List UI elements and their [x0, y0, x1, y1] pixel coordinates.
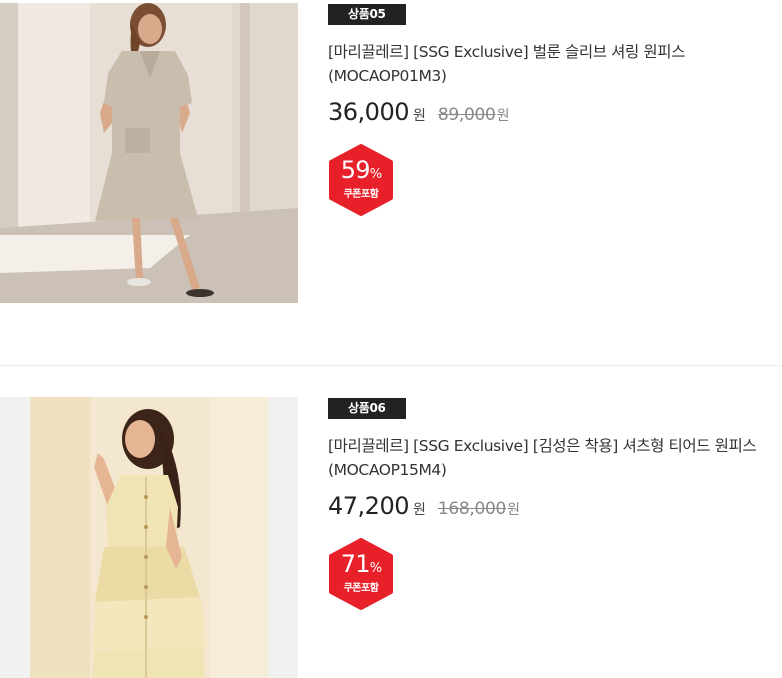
product-info: 상품06 [마리끌레르] [SSG Exclusive] [김성은 착용] 셔츠…: [328, 397, 768, 610]
currency-unit: 원: [412, 502, 426, 518]
original-currency-unit: 원: [496, 108, 510, 124]
coupon-included-label: 쿠폰포함: [343, 583, 379, 594]
product-number-badge: 상품06: [328, 398, 406, 419]
discount-badge: 59% 쿠폰포함: [328, 144, 394, 216]
currency-unit: 원: [412, 108, 426, 124]
price-row: 36,000 원 89,000 원: [328, 98, 768, 126]
discount-badge: 71% 쿠폰포함: [328, 538, 394, 610]
product-card-06[interactable]: 상품06 [마리끌레르] [SSG Exclusive] [김성은 착용] 셔츠…: [0, 365, 782, 678]
beige-dress-photo: [0, 3, 298, 303]
product-card-05[interactable]: 상품05 [마리끌레르] [SSG Exclusive] 벌룬 슬리브 셔링 원…: [0, 0, 782, 365]
product-number-badge: 상품05: [328, 4, 406, 25]
product-info: 상품05 [마리끌레르] [SSG Exclusive] 벌룬 슬리브 셔링 원…: [328, 3, 768, 216]
sale-price: 47,200: [328, 492, 409, 520]
original-price: 89,000: [437, 105, 496, 125]
product-name-link[interactable]: [마리끌레르] [SSG Exclusive] [김성은 착용] 셔츠형 티어드…: [328, 434, 760, 482]
coupon-included-label: 쿠폰포함: [343, 189, 379, 200]
discount-rate: 59%: [340, 156, 382, 184]
original-currency-unit: 원: [507, 502, 520, 518]
sale-price: 36,000: [328, 98, 409, 126]
yellow-dress-photo: [0, 397, 298, 678]
product-image-link[interactable]: [0, 397, 298, 678]
product-name-link[interactable]: [마리끌레르] [SSG Exclusive] 벌룬 슬리브 셔링 원피스 (M…: [328, 40, 760, 88]
product-image-link[interactable]: [0, 3, 298, 303]
discount-rate: 71%: [340, 550, 382, 578]
price-row: 47,200 원 168,000 원: [328, 492, 768, 520]
original-price: 168,000: [437, 499, 507, 519]
